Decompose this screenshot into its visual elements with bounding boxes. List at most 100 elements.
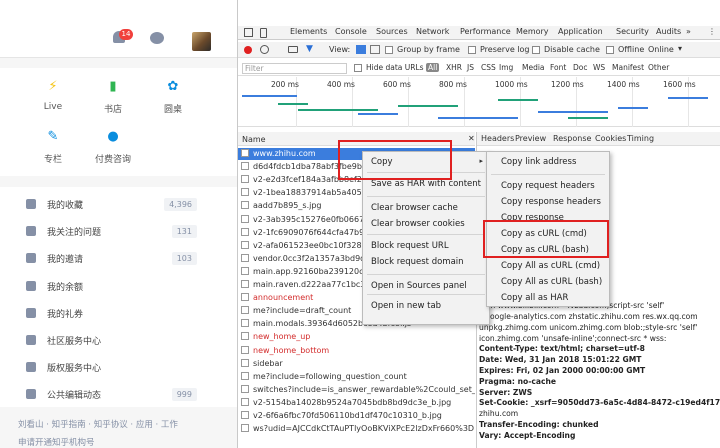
request-name: www.zhihu.com: [253, 149, 316, 158]
filter-type-all[interactable]: All: [426, 63, 440, 72]
tab-response[interactable]: Response: [553, 134, 591, 143]
waterfall-view-icon[interactable]: [370, 45, 380, 54]
request-row[interactable]: new_home_bottom: [238, 345, 475, 357]
invite-icon: [26, 253, 36, 264]
hide-data-urls-checkbox[interactable]: [354, 64, 362, 72]
offline-checkbox[interactable]: [606, 46, 614, 54]
view-label: View:: [329, 45, 351, 54]
file-icon: [241, 162, 249, 171]
request-row[interactable]: new_home_up: [238, 331, 475, 343]
filter-type-doc[interactable]: Doc: [573, 63, 588, 72]
quick-link-3[interactable]: ✎ 专栏: [28, 130, 78, 166]
menu-item[interactable]: 我关注的问题 131: [0, 220, 237, 244]
quick-link-2[interactable]: ✿ 圆桌: [148, 80, 198, 116]
copy-submenu-item-6[interactable]: Copy All as cURL (cmd): [487, 258, 609, 274]
menu-item-count: 4,396: [164, 198, 197, 211]
request-name: v2-afa061523ee0bc10f3281: [253, 240, 367, 250]
footer-org-link[interactable]: 申请开通知乎机构号: [18, 436, 95, 448]
tab-audits[interactable]: Audits: [656, 27, 681, 36]
quick-link-4[interactable]: ● 付费咨询: [88, 130, 138, 166]
clear-icon[interactable]: [260, 45, 269, 54]
filter-type-img[interactable]: Img: [499, 63, 513, 72]
tab-sources[interactable]: Sources: [376, 27, 408, 36]
context-item-7[interactable]: Open in new tab: [363, 298, 489, 314]
filter-type-other[interactable]: Other: [648, 63, 669, 72]
timeline-tick: 200 ms: [271, 80, 299, 89]
tab-cookies[interactable]: Cookies: [595, 134, 626, 143]
tab-preview[interactable]: Preview: [515, 134, 546, 143]
footer-links[interactable]: 刘看山 · 知乎指南 · 知乎协议 · 应用 · 工作: [18, 418, 178, 430]
copy-submenu-item-0[interactable]: Copy link address: [487, 154, 609, 170]
tab-elements[interactable]: Elements: [290, 27, 327, 36]
tab-console[interactable]: Console: [335, 27, 367, 36]
quick-link-1[interactable]: ▮ 书店: [88, 80, 138, 116]
menu-item[interactable]: 我的礼券: [0, 302, 237, 326]
device-icon[interactable]: [260, 28, 267, 38]
filter-type-js[interactable]: JS: [467, 63, 474, 72]
quick-link-label: 圆桌: [163, 105, 182, 115]
chevron-down-icon[interactable]: ▾: [678, 44, 682, 53]
timeline-bar: [668, 97, 708, 99]
tab-headers[interactable]: Headers: [481, 134, 514, 143]
filter-type-media[interactable]: Media: [522, 63, 545, 72]
filter-type-ws[interactable]: WS: [593, 63, 605, 72]
request-row[interactable]: ws?udid=AJCCdkCtTAuPTlyOoBKViXPcE2lzDxFr…: [238, 423, 475, 435]
menu-item[interactable]: 版权服务中心: [0, 356, 237, 380]
copy-submenu-item-8[interactable]: Copy all as HAR: [487, 290, 609, 306]
context-item-6[interactable]: Open in Sources panel: [363, 278, 489, 294]
header-line: icon.zhimg.com 'unsafe-inline';connect-s…: [479, 333, 667, 343]
disable-cache-checkbox[interactable]: [532, 46, 540, 54]
menu-item[interactable]: 公共编辑动态 999: [0, 383, 237, 407]
request-name: new_home_up: [253, 332, 311, 342]
filter-type-manifest[interactable]: Manifest: [612, 63, 644, 72]
throttle-select[interactable]: Online: [648, 45, 674, 54]
request-row[interactable]: v2-5154ba14028b9524a7045bdb8bd9dc3e_b.jp…: [238, 397, 475, 409]
list-view-icon[interactable]: [356, 45, 366, 54]
request-name: v2-1bea18837914ab5a40537: [253, 188, 372, 198]
file-icon: [241, 306, 249, 315]
camera-icon[interactable]: [288, 46, 298, 53]
screen: 14 ⚡ Live ▮ 书店 ✿ 圆桌 ✎ 专栏 ● 付费咨询 我的收藏 4,396 我关注的问题 13…: [0, 0, 720, 448]
context-item-4[interactable]: Block request URL: [363, 238, 489, 254]
context-item-3[interactable]: Clear browser cookies: [363, 216, 489, 232]
copy-submenu-item-1[interactable]: Copy request headers: [487, 178, 609, 194]
inspect-icon[interactable]: [244, 28, 253, 37]
request-row[interactable]: switches?include=is_answer_rewardable%2C…: [238, 384, 475, 396]
header-line: Content-Type: text/html; charset=utf-8: [479, 344, 645, 354]
kebab-menu-icon[interactable]: ⋮: [708, 27, 716, 36]
filter-input[interactable]: Filter: [242, 63, 347, 74]
tab-network[interactable]: Network: [416, 27, 449, 36]
request-row[interactable]: v2-6f6a6fbc70fd506110bd1df470c10310_b.jp…: [238, 410, 475, 422]
tab-memory[interactable]: Memory: [516, 27, 549, 36]
menu-item[interactable]: 我的邀请 103: [0, 247, 237, 271]
copy-submenu-item-7[interactable]: Copy All as cURL (bash): [487, 274, 609, 290]
request-row[interactable]: sidebar: [238, 358, 475, 370]
tab-application[interactable]: Application: [558, 27, 603, 36]
header-line: Expires: Fri, 02 Jan 2000 00:00:00 GMT: [479, 366, 646, 375]
filter-type-xhr[interactable]: XHR: [446, 63, 462, 72]
close-icon[interactable]: ✕: [468, 134, 475, 143]
message-icon[interactable]: [150, 30, 166, 46]
filter-type-css[interactable]: CSS: [481, 63, 496, 72]
tab-timing[interactable]: Timing: [627, 134, 654, 143]
filter-type-font[interactable]: Font: [550, 63, 566, 72]
context-item-5[interactable]: Block request domain: [363, 254, 489, 270]
copy-submenu-item-2[interactable]: Copy response headers: [487, 194, 609, 210]
community-icon: [26, 335, 36, 345]
tab-performance[interactable]: Performance: [460, 27, 511, 36]
menu-item[interactable]: 我的收藏 4,396: [0, 193, 237, 217]
preserve-log-checkbox[interactable]: [468, 46, 476, 54]
menu-item[interactable]: 我的余额: [0, 275, 237, 299]
record-icon[interactable]: [244, 46, 252, 54]
filter-icon[interactable]: ▼: [306, 45, 313, 54]
group-by-frame-checkbox[interactable]: [385, 46, 393, 54]
tab-security[interactable]: Security: [616, 27, 649, 36]
timeline-tick: 400 ms: [327, 80, 355, 89]
more-tabs-icon[interactable]: »: [686, 27, 691, 36]
request-row[interactable]: me?include=following_question_count: [238, 371, 475, 383]
menu-item[interactable]: 社区服务中心: [0, 329, 237, 353]
quick-link-0[interactable]: ⚡ Live: [28, 80, 78, 113]
context-item-2[interactable]: Clear browser cache: [363, 200, 489, 216]
header-line: Pragma: no-cache: [479, 376, 557, 386]
avatar[interactable]: [192, 32, 211, 51]
